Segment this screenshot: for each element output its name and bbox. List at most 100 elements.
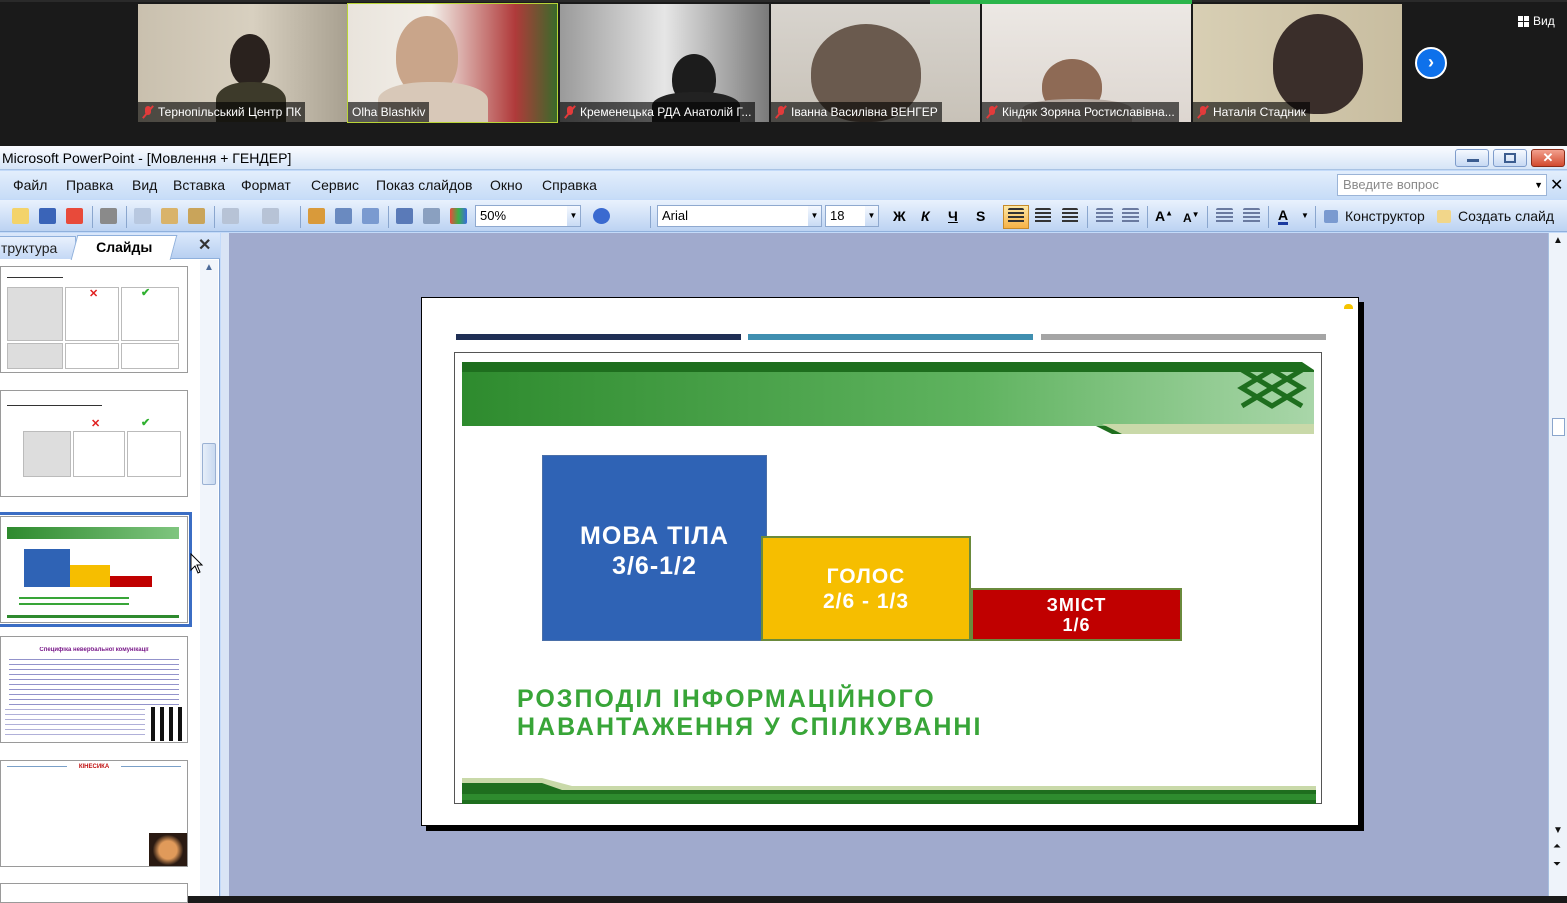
thumb-title: Специфіка невербальної комунікації [39,647,149,653]
participant-tile-active[interactable]: Olha Blashkiv [347,3,558,123]
align-center-icon[interactable] [1035,208,1051,224]
participant-tile[interactable]: Іванна Василівна ВЕНГЕР [771,4,980,122]
tab-slides[interactable]: Слайды [70,235,178,260]
designer-button[interactable]: Конструктор [1345,208,1425,224]
align-right-icon[interactable] [1062,208,1078,224]
bold-button[interactable]: Ж [893,208,906,224]
block-body-title: МОВА ТІЛА [580,522,729,550]
participant-tile[interactable]: Кіндяк Зоряна Ростиславівна... [982,4,1191,122]
zoom-select[interactable]: 50% ▼ [475,205,581,227]
color-grayscale-icon[interactable] [450,208,467,224]
font-size-select[interactable]: 18 ▼ [825,205,879,227]
thumb-caption-line [19,597,129,599]
content-block[interactable]: ЗМІСТ 1/6 [971,588,1182,641]
menu-view[interactable]: Вид [132,177,157,193]
menu-edit[interactable]: Правка [66,177,113,193]
menu-window[interactable]: Окно [490,177,523,193]
menu-help[interactable]: Справка [542,177,597,193]
slide-thumbnail[interactable] [0,883,188,903]
next-participants-button[interactable]: › [1415,47,1447,79]
permission-icon[interactable] [66,208,83,224]
minimize-icon [1467,159,1479,162]
tab-outline[interactable]: труктура [0,236,76,259]
slide-caption[interactable]: РОЗПОДІЛ ІНФОРМАЦІЙНОГО НАВАНТАЖЕННЯ У С… [517,685,982,741]
minimize-button[interactable] [1455,149,1489,167]
thumb-cell [7,287,63,341]
new-slide-button[interactable]: Создать слайд [1458,208,1554,224]
decrease-font-button[interactable]: A▼ [1183,210,1200,225]
shadow-button[interactable]: S [976,208,985,224]
pane-scrollbar[interactable]: ▲ [200,260,218,896]
voice-block[interactable]: ГОЛОС 2/6 - 1/3 [761,536,971,641]
slide-thumbnail[interactable]: КІНЕСИКА [0,760,188,867]
participant-tile[interactable]: Тернопільський Центр ПК [138,4,347,122]
bullets-icon[interactable] [1122,208,1139,224]
caption-line-2: НАВАНТАЖЕННЯ У СПІЛКУВАННІ [517,713,983,741]
expand-all-icon[interactable] [396,208,413,224]
menu-bar: Файл Правка Вид Вставка Формат Сервис По… [0,171,1567,199]
increase-indent-icon[interactable] [1243,208,1260,224]
increase-font-button[interactable]: A▲ [1155,208,1173,224]
body-language-block[interactable]: МОВА ТІЛА 3/6-1/2 [542,455,767,641]
cross-icon: ✕ [91,418,101,430]
toolbar: 50% ▼ Arial ▼ 18 ▼ Ж К Ч S A▲ A▼ A ▼ Констр… [0,200,1567,232]
paste-icon[interactable] [161,208,178,224]
help-search-input[interactable]: Введите вопрос ▼ [1337,174,1547,196]
slide-thumbnail[interactable]: Специфіка невербальної комунікації [0,636,188,743]
next-slide-icon[interactable]: ⏷ [1553,859,1561,870]
menu-format[interactable]: Формат [241,177,291,193]
restore-button[interactable] [1493,149,1527,167]
numbering-icon[interactable] [1096,208,1113,224]
vertical-scrollbar[interactable]: ▲ ▼ ⏶ ⏷ [1548,233,1567,896]
chevron-down-icon[interactable]: ▼ [1301,211,1309,220]
undo-icon[interactable] [222,208,239,224]
participant-tile[interactable]: Кременецька РДА Анатолій Г... [560,4,769,122]
chevron-down-icon: ▼ [865,206,878,226]
help-icon[interactable] [593,208,610,224]
thumb-cell [73,431,125,477]
menu-tools[interactable]: Сервис [311,177,359,193]
font-select[interactable]: Arial ▼ [657,205,822,227]
format-painter-icon[interactable] [188,208,205,224]
menu-insert[interactable]: Вставка [173,177,225,193]
thumb-cell [7,343,63,369]
document-close-icon[interactable]: ✕ [1550,175,1563,195]
participant-tile[interactable]: Наталія Стадник [1193,4,1402,122]
scroll-thumb[interactable] [202,443,216,485]
scroll-down-icon[interactable]: ▼ [1553,825,1563,836]
menu-slideshow[interactable]: Показ слайдов [376,177,472,193]
tab-slides-label: Слайды [96,239,153,255]
close-button[interactable]: ✕ [1531,149,1565,167]
toolbar-separator [300,206,301,228]
menu-file[interactable]: Файл [13,177,47,193]
scroll-up-icon[interactable]: ▲ [1553,235,1563,246]
current-slide[interactable]: МОВА ТІЛА 3/6-1/2 ГОЛОС 2/6 - 1/3 ЗМІСТ … [421,297,1359,826]
thumb-footer-banner [7,615,179,618]
save-icon[interactable] [39,208,56,224]
print-icon[interactable] [100,208,117,224]
table-icon[interactable] [335,208,352,224]
open-icon[interactable] [12,208,29,224]
underline-button[interactable]: Ч [948,208,958,224]
thumb-title-line [7,277,63,278]
chevron-down-icon[interactable]: ▼ [1534,175,1543,195]
slide-thumbnail-selected[interactable] [0,512,192,627]
chart-icon[interactable] [308,208,325,224]
slide-thumbnail[interactable]: ✕ ✔ [0,266,188,373]
tables-borders-icon[interactable] [362,208,379,224]
thumb-title: КІНЕСИКА [78,764,110,770]
decrease-indent-icon[interactable] [1216,208,1233,224]
slide-bottom-banner [462,778,1316,804]
copy-icon[interactable] [134,208,151,224]
slide-thumbnail[interactable]: ✕ ✔ [0,390,188,497]
close-icon[interactable]: ✕ [198,235,211,255]
font-color-button[interactable]: A [1278,208,1289,225]
grid-icon[interactable] [423,208,440,224]
scroll-up-icon[interactable]: ▲ [204,262,214,273]
redo-icon[interactable] [262,208,279,224]
previous-slide-icon[interactable]: ⏶ [1553,841,1561,852]
scroll-thumb[interactable] [1552,418,1565,436]
thumb-block-yellow [70,565,110,587]
italic-button[interactable]: К [921,208,930,224]
view-button[interactable]: Вид [1518,14,1555,28]
